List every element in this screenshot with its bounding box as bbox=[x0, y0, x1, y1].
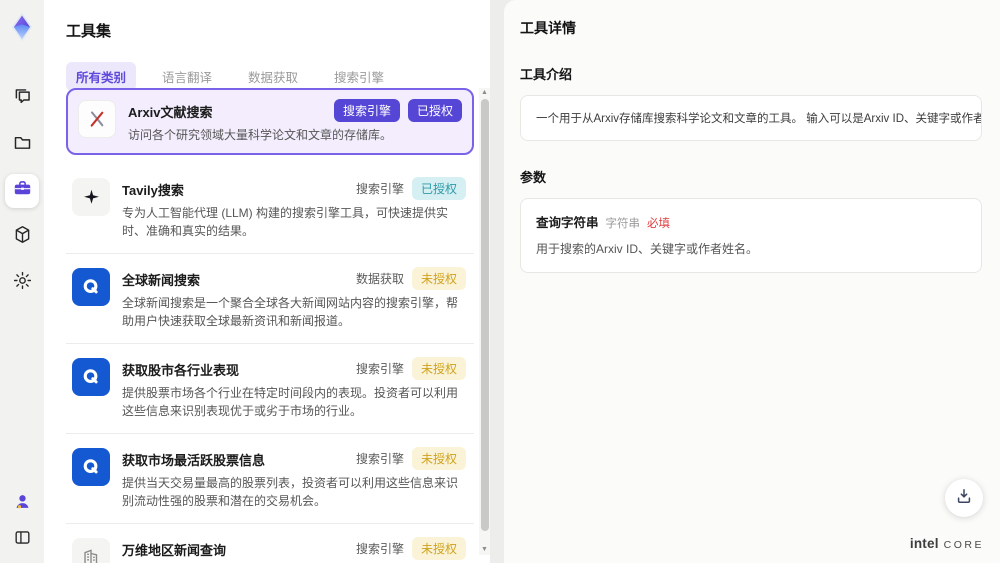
tool-card[interactable]: Arxiv文献搜索 搜索引擎 已授权 访问各个研究领域大量科学论文和文章的存储库。 bbox=[66, 88, 474, 155]
category-badge: 搜索引擎 bbox=[355, 362, 404, 376]
scrollbar-thumb[interactable] bbox=[480, 99, 489, 531]
tool-card[interactable]: 获取股市各行业表现 搜索引擎 未授权提供股票市场各个行业在特定时间段内的表现。投资者… bbox=[66, 344, 474, 434]
auth-status-badge: 未授权 bbox=[411, 447, 466, 470]
category-badge: 搜索引擎 bbox=[355, 452, 404, 466]
tool-main: Tavily搜索 搜索引擎 已授权专为人工智能代理 (LLM) 构建的搜索引擎工具，… bbox=[122, 177, 466, 240]
stock-sector-icon bbox=[72, 358, 110, 396]
auth-status-badge: 未授权 bbox=[411, 357, 466, 380]
intro-heading: 工具介绍 bbox=[520, 67, 573, 82]
gear-icon bbox=[12, 270, 33, 296]
cube-icon bbox=[12, 224, 33, 250]
param-type: 字符串 bbox=[605, 218, 641, 230]
param-required-badge: 必填 bbox=[647, 218, 671, 230]
param-name: 查询字符串 bbox=[536, 216, 599, 230]
tool-name: Tavily搜索 bbox=[122, 183, 184, 198]
sidebar-item-tools[interactable] bbox=[5, 174, 39, 208]
tool-desc: 访问各个研究领域大量科学论文和文章的存储库。 bbox=[128, 128, 393, 142]
user-icon bbox=[13, 492, 32, 516]
toolset-title: 工具集 bbox=[66, 23, 112, 40]
tool-card[interactable]: 万维地区新闻查询搜索引擎未授权查询具体行政区划内的新闻，快速了解各地新闻动态 bbox=[66, 524, 474, 563]
news-icon bbox=[72, 268, 110, 306]
category-tabs: 所有类别 语言翻译 数据获取 搜索引擎 bbox=[66, 62, 490, 91]
category-badge: 搜索引擎 bbox=[355, 182, 404, 196]
tool-main: 获取市场最活跃股票信息 搜索引擎 未授权提供当天交易量最高的股票列表，投资者可以利用… bbox=[122, 447, 466, 510]
tool-main: 万维地区新闻查询搜索引擎未授权查询具体行政区划内的新闻，快速了解各地新闻动态 bbox=[122, 537, 466, 563]
params-heading: 参数 bbox=[520, 170, 547, 185]
region-news-icon bbox=[72, 538, 110, 563]
chat-icon bbox=[12, 86, 33, 112]
core-wordmark: CORE bbox=[943, 539, 984, 551]
tab-search-engine[interactable]: 搜索引擎 bbox=[324, 62, 394, 91]
tool-main: 获取股市各行业表现 搜索引擎 未授权提供股票市场各个行业在特定时间段内的表现。投资者… bbox=[122, 357, 466, 420]
sidebar-item-files[interactable] bbox=[5, 128, 39, 162]
sidebar-item-panel[interactable] bbox=[7, 525, 37, 555]
arxiv-icon bbox=[78, 100, 116, 138]
intel-core-logo: intel CORE bbox=[910, 536, 984, 551]
app-logo-icon bbox=[5, 10, 39, 44]
tab-data-fetching[interactable]: 数据获取 bbox=[238, 62, 308, 91]
sidebar-item-user[interactable] bbox=[7, 489, 37, 519]
toolset-panel: 工具集 所有类别 语言翻译 数据获取 搜索引擎 Arxiv文献搜索 搜索引擎 已授权 访问各… bbox=[44, 0, 490, 563]
tool-desc: 提供股票市场各个行业在特定时间段内的表现。投资者可以利用这些信息来识别表现优于或… bbox=[122, 386, 459, 418]
sidebar-item-chat[interactable] bbox=[5, 82, 39, 116]
tool-list-scrollbar[interactable]: ▲ ▼ bbox=[479, 88, 490, 555]
sidebar-item-models[interactable] bbox=[5, 220, 39, 254]
param-box: 查询字符串 字符串 必填 用于搜索的Arxiv ID、关键字或作者姓名。 bbox=[520, 198, 982, 273]
tool-name: 获取市场最活跃股票信息 bbox=[122, 453, 266, 468]
tool-name: Arxiv文献搜索 bbox=[128, 105, 213, 120]
tool-card[interactable]: 全球新闻搜索 数据获取 未授权全球新闻搜索是一个聚合全球各大新闻网站内容的搜索引擎，… bbox=[66, 254, 474, 344]
tool-name: 获取股市各行业表现 bbox=[122, 363, 240, 378]
tool-details-panel: 工具详情 工具介绍 一个用于从Arxiv存储库搜索科学论文和文章的工具。 输入可… bbox=[504, 0, 1000, 563]
tool-desc: 专为人工智能代理 (LLM) 构建的搜索引擎工具，可快速提供实时、准确和真实的结… bbox=[122, 206, 449, 238]
category-badge: 数据获取 bbox=[355, 272, 404, 286]
tool-card[interactable]: Tavily搜索 搜索引擎 已授权专为人工智能代理 (LLM) 构建的搜索引擎工具，… bbox=[66, 164, 474, 254]
tool-main: 全球新闻搜索 数据获取 未授权全球新闻搜索是一个聚合全球各大新闻网站内容的搜索引擎，… bbox=[122, 267, 466, 330]
param-desc: 用于搜索的Arxiv ID、关键字或作者姓名。 bbox=[536, 242, 759, 256]
download-icon bbox=[954, 486, 974, 511]
category-badge: 搜索引擎 bbox=[355, 542, 404, 556]
app-sidebar bbox=[0, 0, 44, 563]
scroll-up-arrow[interactable]: ▲ bbox=[479, 88, 490, 98]
sidebar-bottom bbox=[7, 489, 37, 555]
folder-icon bbox=[12, 132, 33, 158]
details-title: 工具详情 bbox=[520, 20, 576, 36]
scroll-down-arrow[interactable]: ▼ bbox=[479, 545, 490, 555]
tool-desc: 全球新闻搜索是一个聚合全球各大新闻网站内容的搜索引擎，帮助用户快速获取全球最新资… bbox=[122, 296, 459, 328]
tool-desc: 提供当天交易量最高的股票列表，投资者可以利用这些信息来识别流动性强的股票和潜在的… bbox=[122, 476, 459, 508]
panel-toggle-icon bbox=[13, 528, 32, 552]
auth-status-badge: 已授权 bbox=[411, 177, 466, 200]
auth-status-badge: 未授权 bbox=[411, 267, 466, 290]
sidebar-item-settings[interactable] bbox=[5, 266, 39, 300]
tab-translation[interactable]: 语言翻译 bbox=[152, 62, 222, 91]
tool-list: Arxiv文献搜索 搜索引擎 已授权 访问各个研究领域大量科学论文和文章的存储库。 Ta… bbox=[66, 88, 474, 563]
intel-wordmark: intel bbox=[909, 536, 939, 551]
tool-card[interactable]: 获取市场最活跃股票信息 搜索引擎 未授权提供当天交易量最高的股票列表，投资者可以利用… bbox=[66, 434, 474, 524]
tab-all-categories[interactable]: 所有类别 bbox=[66, 62, 137, 91]
tool-intro-box: 一个用于从Arxiv存储库搜索科学论文和文章的工具。 输入可以是Arxiv ID… bbox=[520, 95, 982, 141]
sidebar-nav bbox=[5, 82, 39, 300]
tool-main: Arxiv文献搜索 搜索引擎 已授权 访问各个研究领域大量科学论文和文章的存储库。 bbox=[128, 99, 462, 144]
tool-name: 全球新闻搜索 bbox=[122, 273, 201, 288]
briefcase-icon bbox=[12, 178, 33, 204]
category-badge: 搜索引擎 bbox=[333, 99, 400, 122]
tavily-icon bbox=[72, 178, 110, 216]
download-button[interactable] bbox=[945, 479, 983, 517]
active-stock-icon bbox=[72, 448, 110, 486]
auth-status-badge: 已授权 bbox=[407, 99, 462, 122]
tool-name: 万维地区新闻查询 bbox=[122, 543, 227, 558]
auth-status-badge: 未授权 bbox=[411, 537, 466, 560]
